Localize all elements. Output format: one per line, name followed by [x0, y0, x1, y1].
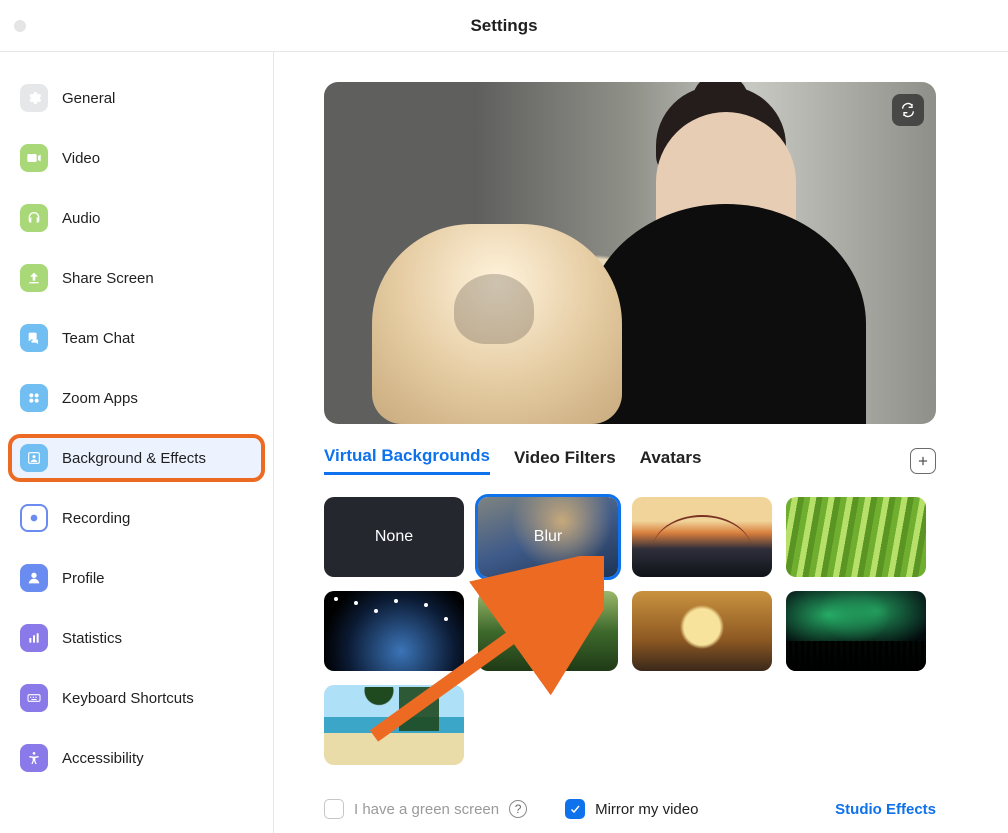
person-frame-icon	[20, 444, 48, 472]
green-screen-label: I have a green screen	[354, 801, 499, 818]
tile-label: None	[375, 528, 413, 546]
background-grid: None Blur	[324, 497, 964, 765]
record-icon	[20, 504, 48, 532]
sidebar-item-label: Team Chat	[62, 330, 135, 347]
studio-effects-link[interactable]: Studio Effects	[835, 801, 936, 818]
sidebar-item-statistics[interactable]: Statistics	[10, 616, 263, 660]
rotate-camera-button[interactable]	[892, 94, 924, 126]
sidebar-item-keyboard-shortcuts[interactable]: Keyboard Shortcuts	[10, 676, 263, 720]
sidebar-item-label: Background & Effects	[62, 450, 206, 467]
video-preview	[324, 82, 936, 424]
keyboard-icon	[20, 684, 48, 712]
sidebar-item-video[interactable]: Video	[10, 136, 263, 180]
accessibility-icon	[20, 744, 48, 772]
background-tile-none[interactable]: None	[324, 497, 464, 577]
background-tile-beach[interactable]	[324, 685, 464, 765]
bar-chart-icon	[20, 624, 48, 652]
chat-bubbles-icon	[20, 324, 48, 352]
sidebar-item-label: Profile	[62, 570, 105, 587]
tab-video-filters[interactable]: Video Filters	[514, 448, 616, 474]
sidebar-item-label: Statistics	[62, 630, 122, 647]
sidebar-item-recording[interactable]: Recording	[10, 496, 263, 540]
sidebar-item-label: Audio	[62, 210, 100, 227]
sidebar-item-team-chat[interactable]: Team Chat	[10, 316, 263, 360]
settings-sidebar: General Video Audio Share Screen Team Ch	[0, 52, 274, 833]
background-tile-jurassic-park[interactable]	[478, 591, 618, 671]
background-tile-aurora[interactable]	[786, 591, 926, 671]
mirror-video-checkbox[interactable]	[565, 799, 585, 819]
apps-icon	[20, 384, 48, 412]
add-background-button[interactable]	[910, 448, 936, 474]
tile-label: Blur	[534, 528, 562, 546]
background-tile-grass[interactable]	[786, 497, 926, 577]
help-icon[interactable]: ?	[509, 800, 527, 818]
upload-icon	[20, 264, 48, 292]
sidebar-item-general[interactable]: General	[10, 76, 263, 120]
headphones-icon	[20, 204, 48, 232]
sidebar-item-share-screen[interactable]: Share Screen	[10, 256, 263, 300]
mirror-video-label: Mirror my video	[595, 801, 698, 818]
background-tile-blur[interactable]: Blur	[478, 497, 618, 577]
footer-controls: I have a green screen ? Mirror my video …	[324, 799, 936, 819]
sidebar-item-zoom-apps[interactable]: Zoom Apps	[10, 376, 263, 420]
background-tile-golden-gate[interactable]	[632, 497, 772, 577]
sidebar-item-label: General	[62, 90, 115, 107]
sidebar-item-label: Share Screen	[62, 270, 154, 287]
effects-tabs: Virtual Backgrounds Video Filters Avatar…	[324, 446, 936, 475]
background-tile-menorah[interactable]	[632, 591, 772, 671]
main-panel: Virtual Backgrounds Video Filters Avatar…	[274, 52, 1008, 833]
sidebar-item-accessibility[interactable]: Accessibility	[10, 736, 263, 780]
sidebar-item-label: Video	[62, 150, 100, 167]
window-control-dot[interactable]	[14, 20, 26, 32]
person-icon	[20, 564, 48, 592]
titlebar: Settings	[0, 0, 1008, 52]
video-badge-icon	[792, 647, 814, 665]
sidebar-item-label: Zoom Apps	[62, 390, 138, 407]
video-camera-icon	[20, 144, 48, 172]
sidebar-item-background-effects[interactable]: Background & Effects	[10, 436, 263, 480]
green-screen-checkbox[interactable]	[324, 799, 344, 819]
tab-avatars[interactable]: Avatars	[640, 448, 702, 474]
tab-virtual-backgrounds[interactable]: Virtual Backgrounds	[324, 446, 490, 475]
sidebar-item-profile[interactable]: Profile	[10, 556, 263, 600]
sidebar-item-audio[interactable]: Audio	[10, 196, 263, 240]
sidebar-item-label: Accessibility	[62, 750, 144, 767]
window-title: Settings	[470, 16, 537, 36]
sidebar-item-label: Keyboard Shortcuts	[62, 690, 194, 707]
gear-icon	[20, 84, 48, 112]
sidebar-item-label: Recording	[62, 510, 130, 527]
background-tile-earth[interactable]	[324, 591, 464, 671]
